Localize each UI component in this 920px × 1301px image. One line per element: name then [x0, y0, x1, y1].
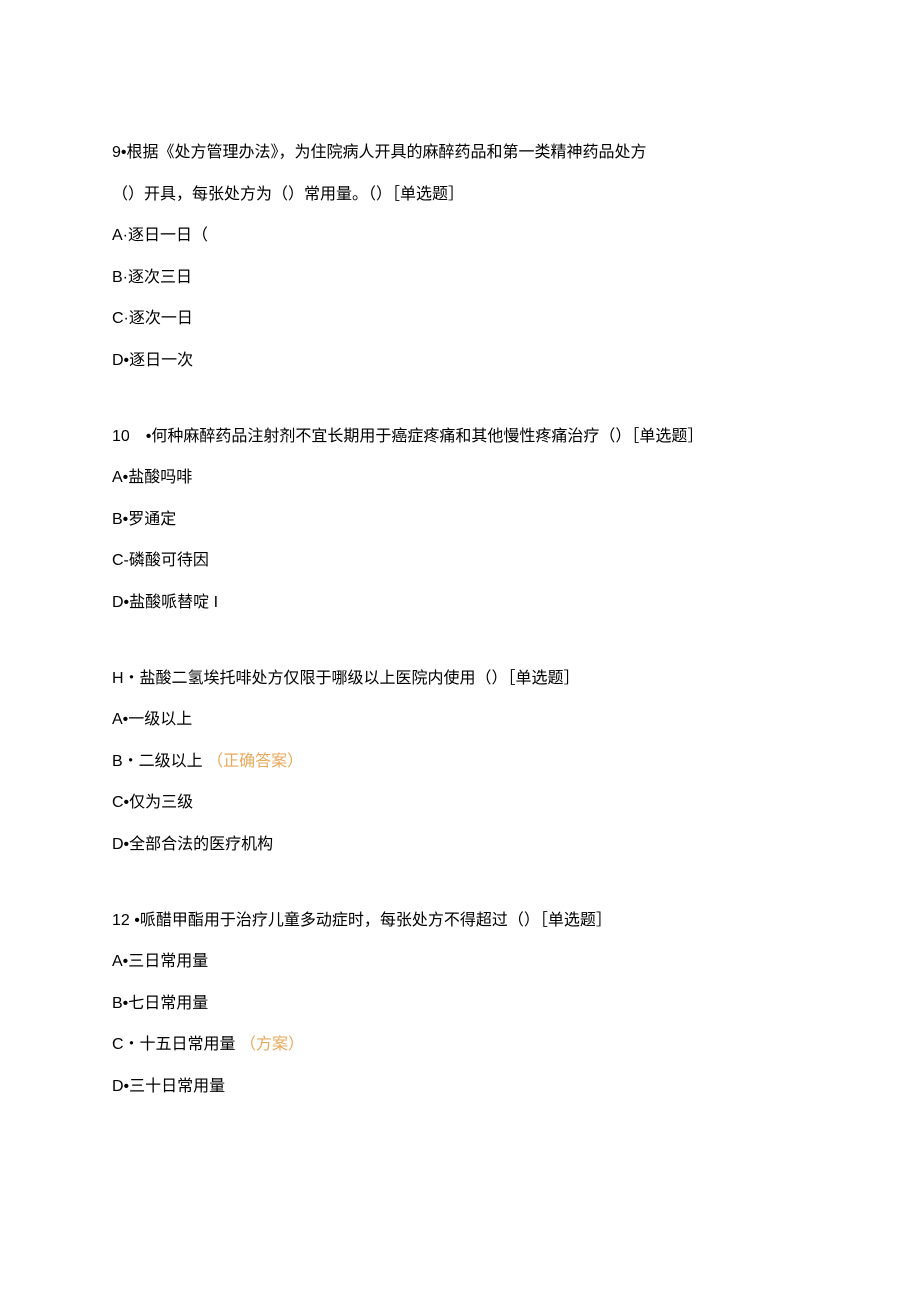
option-b: B·逐次三日: [112, 265, 808, 291]
option-label: A•一级以上: [112, 711, 192, 728]
option-label: A•三日常用量: [112, 953, 208, 970]
question-block-12: 12 •哌醋甲酯用于治疗儿童多动症时，每张处方不得超过（）［单选题］ A•三日常…: [112, 908, 808, 1100]
option-label: D•逐日一次: [112, 352, 193, 369]
question-text-line1: 10 •何种麻醉药品注射剂不宜长期用于癌症疼痛和其他慢性疼痛治疗（）［单选题］: [112, 424, 808, 450]
answer-mark: （正确答案）: [207, 753, 303, 770]
option-a: A•盐酸吗啡: [112, 465, 808, 491]
option-b: B・二级以上 （正确答案）: [112, 749, 808, 775]
question-block-9: 9•根据《处方管理办法》，为住院病人开具的麻醉药品和第一类精神药品处方 （）开具…: [112, 140, 808, 374]
option-label: C•仅为三级: [112, 794, 193, 811]
option-d: D•逐日一次: [112, 348, 808, 374]
option-d: D•盐酸哌替啶 I: [112, 590, 808, 616]
option-label: B•七日常用量: [112, 995, 208, 1012]
option-c: C-磷酸可待因: [112, 548, 808, 574]
question-block-h: H・盐酸二氢埃托啡处方仅限于哪级以上医院内使用（）［单选题］ A•一级以上 B・…: [112, 666, 808, 858]
option-c: C·逐次一日: [112, 306, 808, 332]
option-d: D•全部合法的医疗机构: [112, 832, 808, 858]
question-text-line2: （）开具，每张处方为（）常用量。（）［单选题］: [112, 182, 808, 208]
option-a: A•一级以上: [112, 707, 808, 733]
option-a: A•三日常用量: [112, 949, 808, 975]
option-label: D•三十日常用量: [112, 1078, 225, 1095]
option-label: A·逐日一日（: [112, 227, 208, 244]
option-b: B•七日常用量: [112, 991, 808, 1017]
option-label: B•罗通定: [112, 511, 176, 528]
question-text-line1: 9•根据《处方管理办法》，为住院病人开具的麻醉药品和第一类精神药品处方: [112, 140, 808, 166]
option-d: D•三十日常用量: [112, 1074, 808, 1100]
option-label: C·逐次一日: [112, 310, 193, 327]
question-block-10: 10 •何种麻醉药品注射剂不宜长期用于癌症疼痛和其他慢性疼痛治疗（）［单选题］ …: [112, 424, 808, 616]
answer-mark: （方案）: [240, 1036, 304, 1053]
question-text-line1: 12 •哌醋甲酯用于治疗儿童多动症时，每张处方不得超过（）［单选题］: [112, 908, 808, 934]
option-label: C・十五日常用量: [112, 1036, 236, 1053]
option-a: A·逐日一日（: [112, 223, 808, 249]
option-b: B•罗通定: [112, 507, 808, 533]
option-c: C•仅为三级: [112, 790, 808, 816]
question-text-line1: H・盐酸二氢埃托啡处方仅限于哪级以上医院内使用（）［单选题］: [112, 666, 808, 692]
option-c: C・十五日常用量 （方案）: [112, 1032, 808, 1058]
option-label: B・二级以上: [112, 753, 203, 770]
option-label: D•盐酸哌替啶 I: [112, 594, 218, 611]
option-label: B·逐次三日: [112, 269, 192, 286]
option-label: C-磷酸可待因: [112, 552, 209, 569]
option-label: D•全部合法的医疗机构: [112, 836, 273, 853]
option-label: A•盐酸吗啡: [112, 469, 192, 486]
